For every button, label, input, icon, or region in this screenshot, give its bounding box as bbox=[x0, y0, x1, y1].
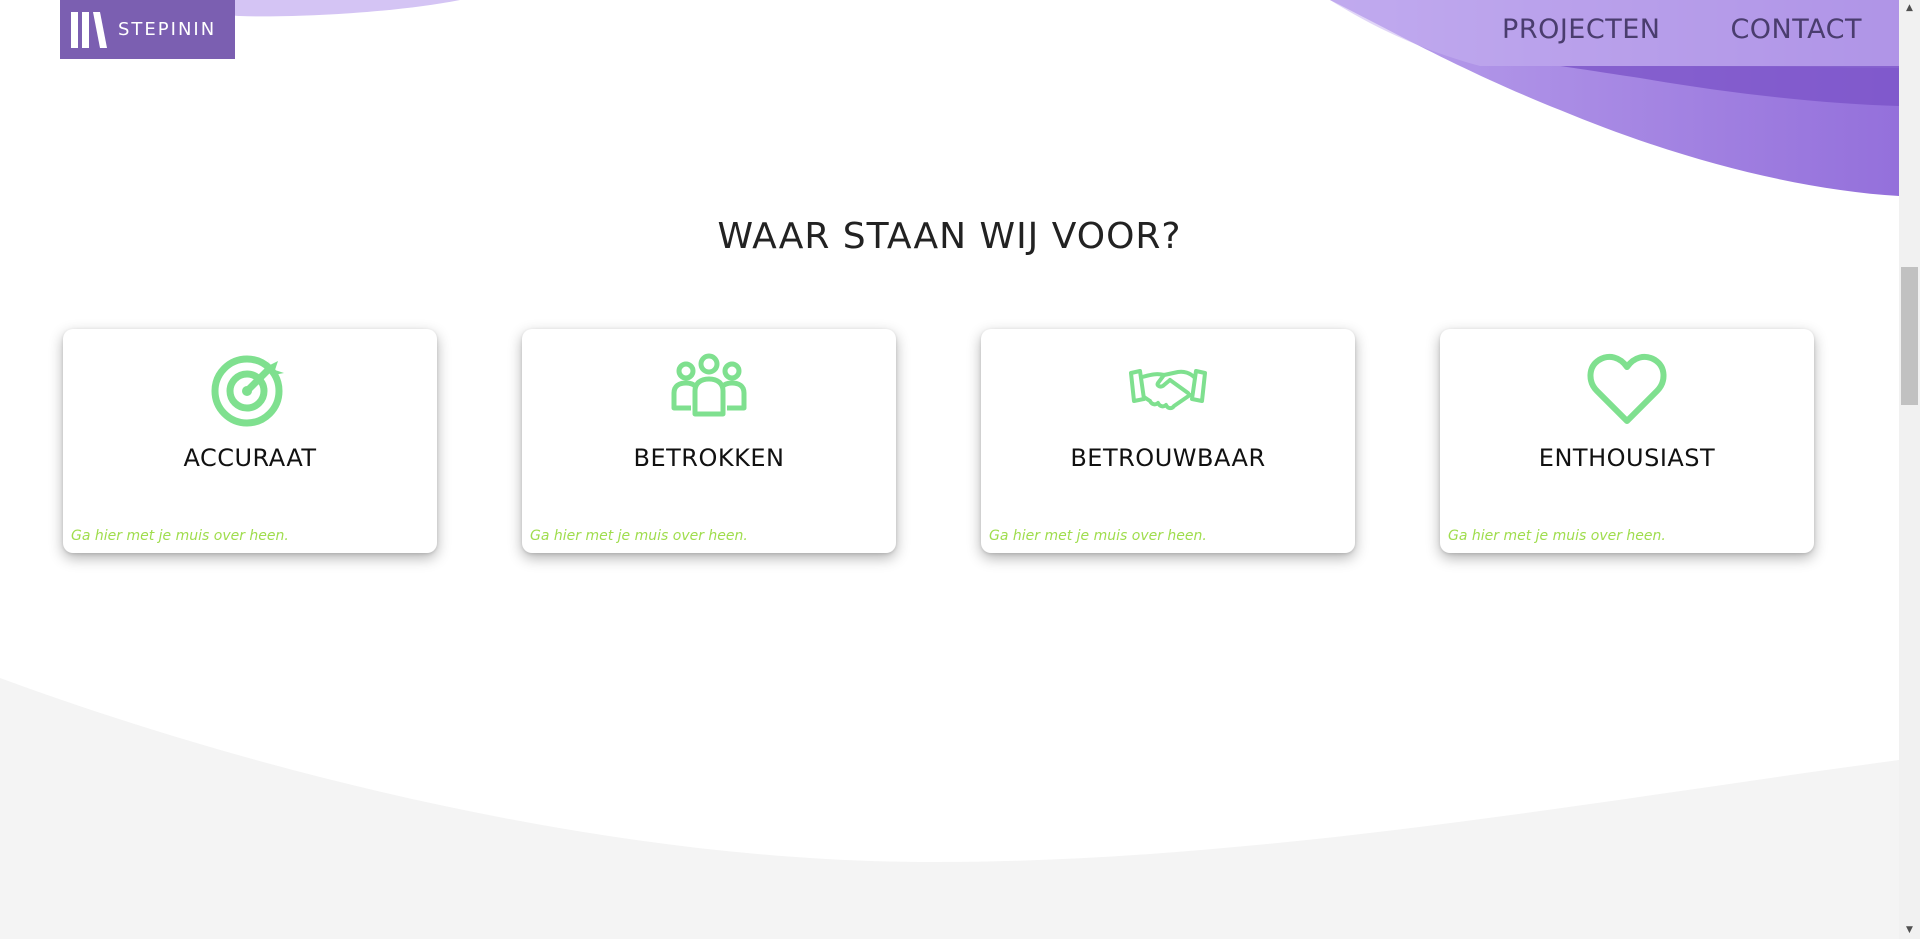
logo-mark-icon bbox=[71, 11, 107, 48]
card-hint: Ga hier met je muis over heen. bbox=[1448, 528, 1666, 544]
heart-icon bbox=[1587, 353, 1667, 424]
scroll-up-arrow-icon[interactable]: ▲ bbox=[1899, 0, 1920, 17]
page: STEPININ PROJECTEN CONTACT WAAR STAAN WI… bbox=[0, 0, 1920, 939]
target-icon bbox=[211, 355, 284, 427]
nav-link-projecten[interactable]: PROJECTEN bbox=[1502, 14, 1660, 45]
value-card-accuraat[interactable]: ACCURAAT Ga hier met je muis over heen. bbox=[63, 329, 437, 553]
logo-text: STEPININ bbox=[118, 19, 217, 40]
vertical-scrollbar[interactable]: ▲ ▼ bbox=[1899, 0, 1920, 939]
nav-link-contact[interactable]: CONTACT bbox=[1730, 14, 1862, 45]
handshake-icon bbox=[1129, 369, 1207, 411]
main-nav: PROJECTEN CONTACT bbox=[1432, 14, 1862, 45]
card-title: ENTHOUSIAST bbox=[1538, 444, 1716, 472]
value-card-enthousiast[interactable]: ENTHOUSIAST Ga hier met je muis over hee… bbox=[1440, 329, 1814, 553]
card-title: ACCURAAT bbox=[183, 444, 317, 472]
card-title: BETROUWBAAR bbox=[1070, 444, 1266, 472]
scroll-down-arrow-icon[interactable]: ▼ bbox=[1899, 922, 1920, 939]
group-icon bbox=[671, 353, 747, 417]
values-cards: ACCURAAT Ga hier met je muis over heen. … bbox=[63, 329, 1814, 553]
scrollbar-thumb[interactable] bbox=[1901, 267, 1918, 405]
card-hint: Ga hier met je muis over heen. bbox=[989, 528, 1207, 544]
value-card-betrouwbaar[interactable]: BETROUWBAAR Ga hier met je muis over hee… bbox=[981, 329, 1355, 553]
logo-link[interactable]: STEPININ bbox=[60, 0, 235, 59]
card-hint: Ga hier met je muis over heen. bbox=[530, 528, 748, 544]
card-hint: Ga hier met je muis over heen. bbox=[71, 528, 289, 544]
value-card-betrokken[interactable]: BETROKKEN Ga hier met je muis over heen. bbox=[522, 329, 896, 553]
card-title: BETROKKEN bbox=[633, 444, 785, 472]
section-title: WAAR STAAN WIJ VOOR? bbox=[717, 216, 1182, 257]
